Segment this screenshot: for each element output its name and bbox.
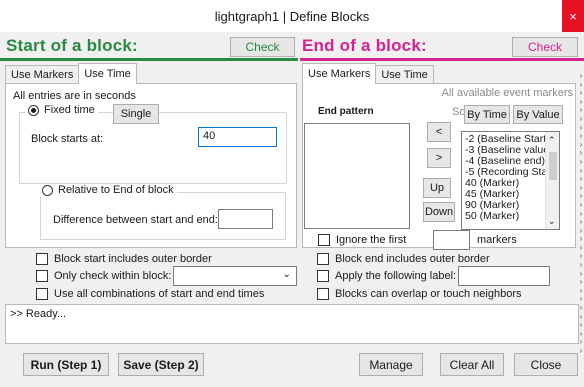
marker-item[interactable]: 45 (Marker) — [465, 189, 545, 200]
end-pattern-listbox[interactable] — [304, 123, 410, 229]
start-section-title: Start of a block: — [6, 36, 138, 55]
sort-by-value-button[interactable]: By Value — [513, 105, 563, 124]
start-accent-rule — [0, 58, 298, 61]
close-icon: × — [569, 8, 577, 24]
start-outer-row: Block start includes outer border — [36, 253, 212, 265]
available-markers-listbox[interactable]: -2 (Baseline Start) -3 (Baseline value) … — [461, 131, 560, 230]
ignore-first-row: Ignore the first — [318, 234, 406, 246]
apply-label-checkbox[interactable] — [317, 270, 329, 282]
end-accent-rule — [300, 58, 584, 61]
end-tab-panel: All available event markers End pattern … — [302, 83, 576, 250]
markers-scrollbar[interactable]: ⌃ ⌄ — [545, 132, 559, 229]
end-outer-checkbox[interactable] — [317, 253, 329, 265]
tab-start-use-markers[interactable]: Use Markers — [5, 65, 80, 84]
overlap-checkbox[interactable] — [317, 288, 329, 300]
clear-all-button[interactable]: Clear All — [440, 353, 504, 376]
overlap-label: Blocks can overlap or touch neighbors — [335, 288, 522, 300]
fixed-time-label: Fixed time — [44, 104, 95, 116]
remove-from-pattern-button[interactable]: > — [427, 148, 451, 168]
marker-item[interactable]: 40 (Marker) — [465, 178, 545, 189]
manage-button[interactable]: Manage — [359, 353, 423, 376]
single-button[interactable]: Single — [113, 104, 159, 124]
add-to-pattern-button[interactable]: < — [427, 122, 451, 142]
all-combinations-label: Use all combinations of start and end ti… — [54, 288, 265, 300]
relative-radio[interactable] — [42, 184, 53, 196]
status-text: >> Ready... — [10, 308, 67, 320]
block-starts-input[interactable]: 40 — [198, 127, 277, 147]
scroll-down-icon[interactable]: ⌄ — [548, 216, 556, 227]
tab-end-use-markers[interactable]: Use Markers — [302, 63, 377, 84]
ignore-first-input[interactable] — [433, 230, 470, 250]
marker-item[interactable]: -4 (Baseline end) — [465, 156, 545, 167]
tab-start-use-time[interactable]: Use Time — [78, 63, 137, 84]
end-outer-row: Block end includes outer border — [317, 253, 490, 265]
marker-item[interactable]: -3 (Baseline value) — [465, 145, 545, 156]
difference-label: Difference between start and end: — [53, 214, 218, 226]
markers-suffix: markers — [477, 234, 517, 246]
only-within-checkbox[interactable] — [36, 270, 48, 282]
end-tabstrip: Use Markers Use Time — [302, 63, 434, 84]
scroll-up-icon[interactable]: ⌃ — [548, 135, 556, 146]
end-outer-label: Block end includes outer border — [335, 253, 490, 265]
all-combinations-checkbox[interactable] — [36, 288, 48, 300]
start-tab-panel: All entries are in seconds Fixed time Si… — [5, 83, 297, 248]
window-close-button[interactable]: × — [562, 0, 584, 32]
apply-label-row: Apply the following label: — [317, 270, 456, 282]
relative-radio-row[interactable]: Relative to End of block — [39, 184, 177, 196]
difference-input[interactable] — [218, 209, 273, 229]
fixed-time-radio-row[interactable]: Fixed time — [25, 104, 98, 116]
status-log[interactable]: >> Ready... — [5, 304, 579, 344]
apply-label-text: Apply the following label: — [335, 270, 457, 282]
window-title: lightgraph1 | Define Blocks — [214, 8, 370, 24]
run-step1-button[interactable]: Run (Step 1) — [23, 353, 109, 376]
relative-label: Relative to End of block — [58, 184, 174, 196]
window-titlebar: lightgraph1 | Define Blocks — [0, 0, 584, 32]
end-section-title: End of a block: — [302, 36, 427, 55]
apply-label-input[interactable] — [458, 266, 550, 286]
overlap-row: Blocks can overlap or touch neighbors — [317, 288, 522, 300]
scroll-thumb[interactable] — [549, 152, 557, 180]
only-within-dropdown[interactable]: ⌄ — [173, 266, 297, 286]
fixed-time-radio[interactable] — [28, 104, 39, 116]
ignore-first-checkbox[interactable] — [318, 234, 330, 246]
tab-end-use-time[interactable]: Use Time — [375, 65, 434, 84]
marker-item[interactable]: -2 (Baseline Start) — [465, 134, 545, 145]
start-tabstrip: Use Markers Use Time — [5, 63, 137, 84]
available-markers-label: All available event markers — [441, 87, 573, 99]
close-button[interactable]: Close — [514, 353, 578, 376]
start-outer-label: Block start includes outer border — [54, 253, 212, 265]
end-check-button[interactable]: Check — [512, 37, 578, 57]
end-pattern-label: End pattern — [318, 106, 374, 117]
sort-by-time-button[interactable]: By Time — [464, 105, 510, 124]
only-within-row: Only check within block: — [36, 270, 171, 282]
ignore-first-label: Ignore the first — [336, 234, 407, 246]
block-starts-label: Block starts at: — [31, 133, 104, 145]
all-combinations-row: Use all combinations of start and end ti… — [36, 288, 264, 300]
only-within-label: Only check within block: — [54, 270, 172, 282]
marker-item[interactable]: 90 (Marker) — [465, 200, 545, 211]
marker-item[interactable]: 50 (Marker) — [465, 211, 545, 222]
start-check-button[interactable]: Check — [230, 37, 295, 57]
save-step2-button[interactable]: Save (Step 2) — [118, 353, 204, 376]
chevron-down-icon[interactable]: ⌄ — [283, 269, 291, 280]
start-outer-checkbox[interactable] — [36, 253, 48, 265]
start-seconds-note: All entries are in seconds — [13, 90, 136, 102]
marker-item[interactable]: -5 (Recording Start) — [465, 167, 545, 178]
move-up-button[interactable]: Up — [423, 178, 451, 198]
move-down-button[interactable]: Down — [423, 202, 455, 222]
